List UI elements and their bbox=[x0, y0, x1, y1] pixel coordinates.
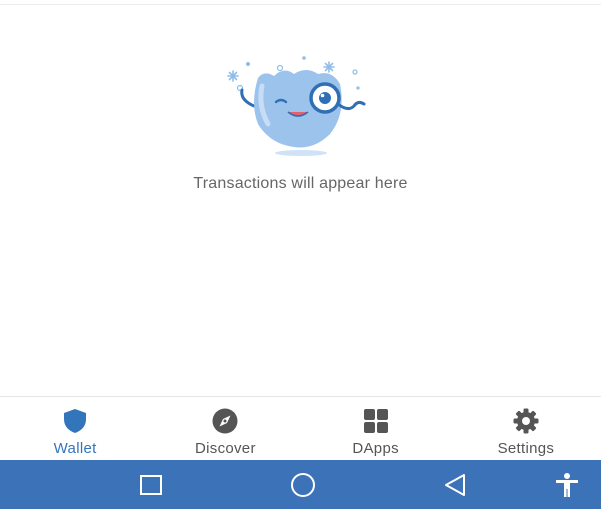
nav-label-discover: Discover bbox=[195, 440, 256, 457]
nav-item-discover[interactable]: Discover bbox=[150, 397, 300, 461]
empty-state-message: Transactions will appear here bbox=[193, 175, 408, 192]
mascot-magnifier-illustration bbox=[227, 56, 366, 156]
nav-label-dapps: DApps bbox=[352, 440, 399, 457]
shield-icon bbox=[64, 409, 87, 433]
android-system-navigation-bar bbox=[0, 460, 601, 509]
transactions-screen: Transactions will appear here Wallet Dis… bbox=[0, 0, 601, 509]
back-button[interactable] bbox=[440, 470, 470, 500]
home-button[interactable] bbox=[288, 470, 318, 500]
nav-item-wallet[interactable]: Wallet bbox=[0, 397, 150, 461]
grid-icon bbox=[363, 409, 388, 433]
recents-button[interactable] bbox=[136, 470, 166, 500]
nav-item-dapps[interactable]: DApps bbox=[301, 397, 451, 461]
back-triangle-icon bbox=[445, 474, 465, 496]
gear-icon bbox=[513, 408, 539, 434]
accessibility-button[interactable] bbox=[552, 470, 582, 500]
nav-item-settings[interactable]: Settings bbox=[451, 397, 601, 461]
recents-square-icon bbox=[140, 475, 162, 495]
top-divider bbox=[0, 4, 601, 5]
compass-icon bbox=[212, 408, 238, 434]
home-circle-icon bbox=[291, 473, 315, 497]
nav-label-wallet: Wallet bbox=[53, 440, 97, 457]
bottom-navigation: Wallet Discover DApps Settings bbox=[0, 396, 601, 461]
nav-label-settings: Settings bbox=[497, 440, 555, 457]
empty-state: Transactions will appear here bbox=[0, 50, 601, 210]
accessibility-icon bbox=[556, 473, 578, 497]
